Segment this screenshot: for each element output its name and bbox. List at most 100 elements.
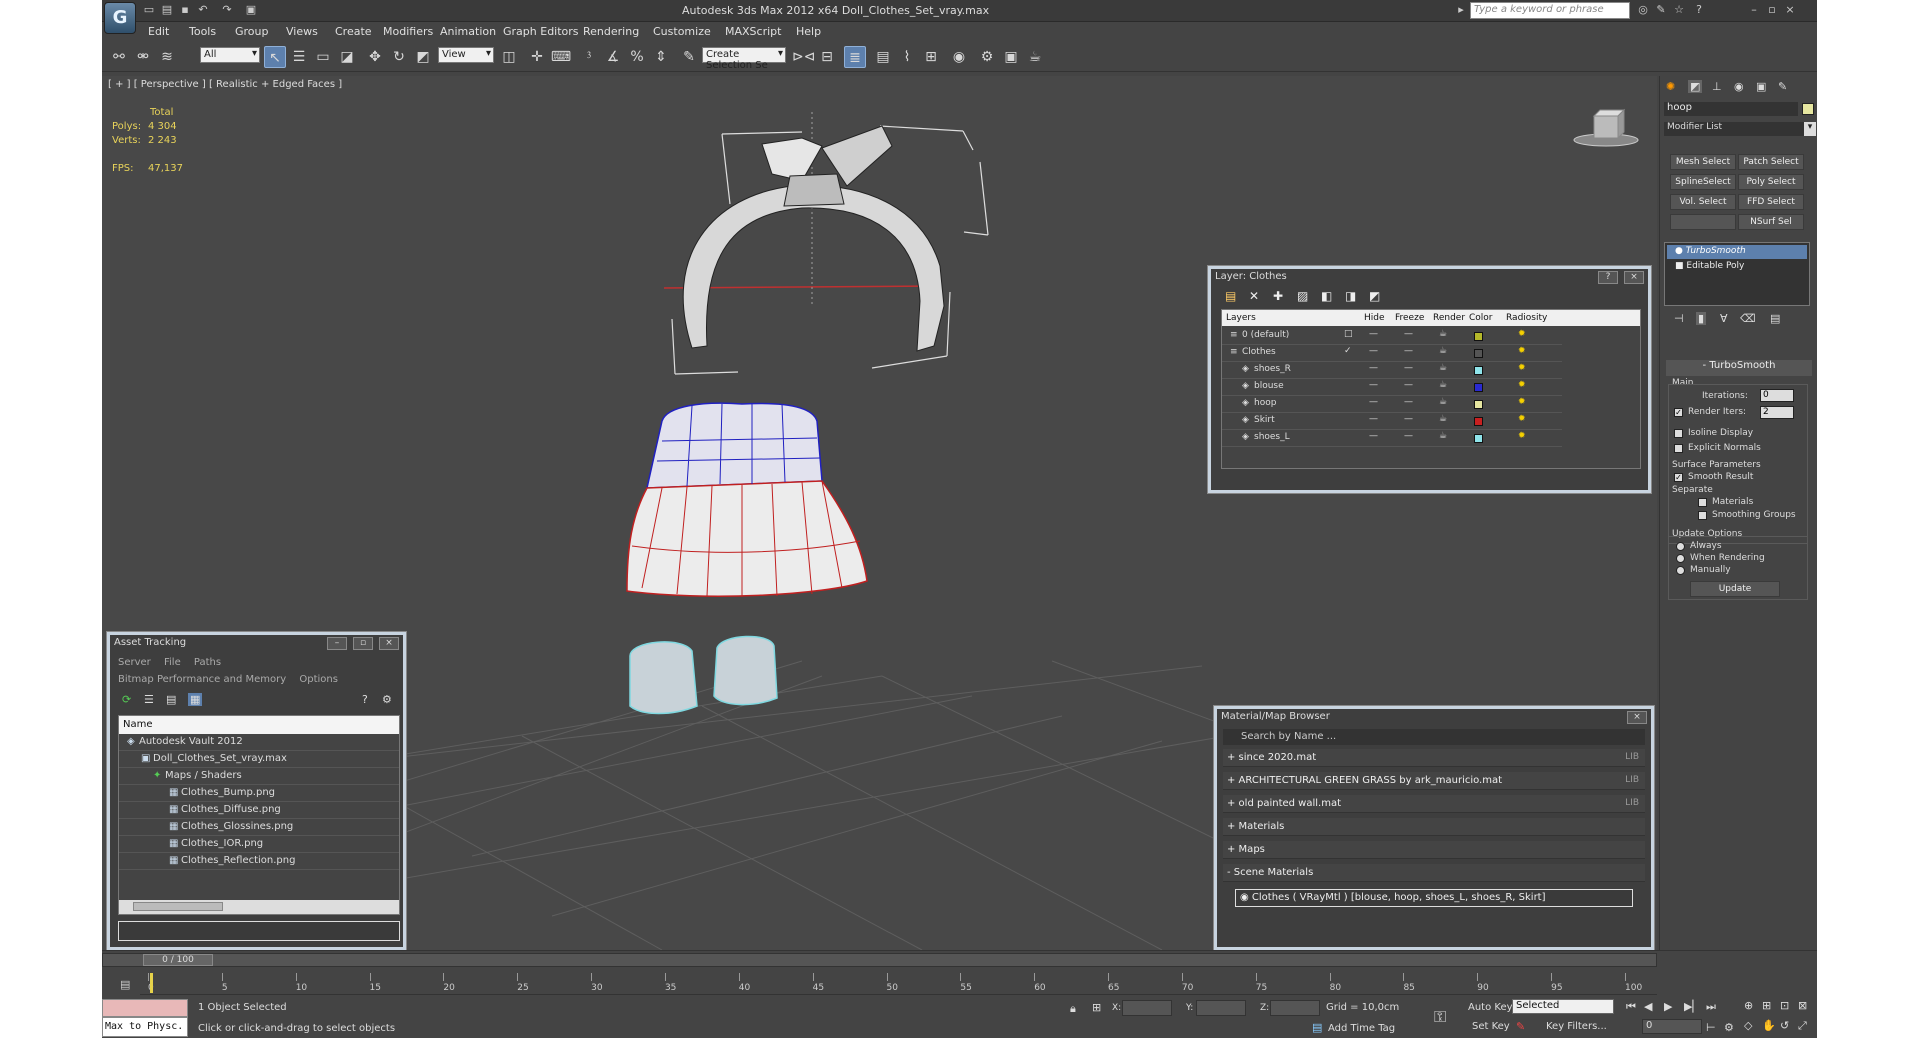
goto-start-icon[interactable]: ⏮ (1626, 1000, 1636, 1014)
track-bar[interactable]: 0510152025303540455055606570758085909510… (140, 971, 1657, 995)
zoom-all-icon[interactable]: ⊞ (1762, 999, 1771, 1012)
material-panel-titlebar[interactable]: Material/Map Browser × (1217, 709, 1651, 727)
hide-toggle[interactable]: — (1369, 397, 1378, 407)
render-toggle-icon[interactable]: ☕ (1439, 414, 1447, 424)
col-layers[interactable]: Layers (1226, 313, 1256, 323)
binoculars-icon[interactable]: ◎ (1636, 3, 1650, 17)
update-button[interactable]: Update (1690, 581, 1780, 597)
angle-snap-icon[interactable]: ∡ (602, 46, 624, 68)
smooth-result-checkbox[interactable]: ✓ (1674, 473, 1683, 482)
maxscript-input[interactable]: Max to Physc. (102, 1017, 188, 1037)
project-folder-icon[interactable]: ▣ (244, 3, 258, 17)
col-radiosity[interactable]: Radiosity (1506, 313, 1547, 323)
star-icon[interactable]: ☆ (1672, 3, 1686, 17)
manually-radio[interactable] (1676, 566, 1685, 575)
window-crossing-icon[interactable]: ◪ (336, 46, 358, 68)
snaps-toggle-icon[interactable]: ⁳ (578, 46, 600, 68)
poly-select-button[interactable]: Poly Select (1738, 174, 1804, 190)
viewcube-icon[interactable] (1570, 104, 1642, 150)
object-color-swatch[interactable] (1802, 103, 1814, 115)
hierarchy-tab-icon[interactable]: ⊥ (1712, 80, 1722, 93)
current-layer-mark[interactable]: □ (1344, 329, 1353, 339)
selection-region-icon[interactable]: ▭ (312, 46, 334, 68)
set-key-button[interactable]: Set Key (1472, 1021, 1510, 1032)
rotate-icon[interactable]: ↻ (388, 46, 410, 68)
render-toggle-icon[interactable]: ☕ (1439, 346, 1447, 356)
display-tab-icon[interactable]: ▣ (1756, 80, 1766, 93)
remove-modifier-icon[interactable]: ⌫ (1740, 312, 1756, 325)
isoline-checkbox[interactable] (1674, 429, 1683, 438)
help-icon[interactable]: ? (1598, 271, 1618, 284)
zoom-extents-icon[interactable]: ⊡ (1780, 999, 1789, 1012)
layer-row[interactable]: ◈ shoes_L — — ☕ ✹ (1222, 430, 1562, 447)
menu-bitmap-performance[interactable]: Bitmap Performance and Memory (118, 674, 286, 685)
menu-graph-editors[interactable]: Graph Editors (503, 25, 579, 38)
prev-frame-icon[interactable]: ◀ (1644, 1000, 1652, 1013)
x-coordinate-field[interactable] (1122, 1000, 1172, 1016)
time-tag-icon[interactable]: ▤ (1312, 1021, 1322, 1034)
freeze-toggle[interactable]: — (1404, 414, 1413, 424)
curve-editor-icon[interactable]: ⌇ (896, 46, 918, 68)
utilities-tab-icon[interactable]: ✎ (1778, 80, 1787, 93)
hide-toggle[interactable]: — (1369, 363, 1378, 373)
hide-toggle[interactable]: — (1369, 431, 1378, 441)
table-view-icon[interactable]: ▦ (188, 693, 203, 706)
menu-server[interactable]: Server (118, 657, 151, 668)
key-filters-button[interactable]: Key Filters... (1546, 1021, 1607, 1032)
asset-row[interactable]: ▦ Clothes_Bump.png (119, 785, 399, 802)
mesh-select-button[interactable]: Mesh Select (1670, 154, 1736, 170)
auto-key-button[interactable]: Auto Key (1468, 1002, 1513, 1013)
key-mode-icon[interactable]: ⊢ (1706, 1021, 1716, 1034)
render-toggle-icon[interactable]: ☕ (1439, 431, 1447, 441)
make-unique-icon[interactable]: ∀ (1720, 312, 1728, 325)
scene-material-item[interactable]: ◉ Clothes ( VRayMtl ) [blouse, hoop, sho… (1235, 889, 1633, 907)
menu-create[interactable]: Create (335, 25, 372, 38)
material-editor-icon[interactable]: ◉ (948, 46, 970, 68)
ref-coord-dropdown[interactable]: View (438, 47, 494, 63)
layer-manager-panel[interactable]: Layer: Clothes ? × ▤ ✕ ✚ ▨ ◧ ◨ ◩ Layers … (1208, 266, 1651, 493)
radiosity-icon[interactable]: ✹ (1518, 329, 1526, 339)
set-key-pen-icon[interactable]: ✎ (1516, 1020, 1525, 1033)
freeze-toggle[interactable]: — (1404, 346, 1413, 356)
zoom-extents-all-icon[interactable]: ⊠ (1798, 999, 1807, 1012)
perspective-viewport[interactable]: [ + ] [ Perspective ] [ Realistic + Edge… (102, 76, 1657, 950)
restore-icon[interactable]: ▫ (1765, 3, 1779, 17)
freeze-toggle[interactable]: — (1404, 431, 1413, 441)
select-manipulate-icon[interactable]: ✛ (526, 46, 548, 68)
menu-rendering[interactable]: Rendering (583, 25, 639, 38)
list-view-icon[interactable]: ☰ (144, 693, 154, 706)
mini-curve-editor-icon[interactable]: ▤ (120, 978, 130, 991)
asset-name-header[interactable]: Name (119, 716, 399, 734)
asset-row[interactable]: ▦ Clothes_IOR.png (119, 836, 399, 853)
layer-manager-icon[interactable]: ≣ (844, 46, 866, 68)
minimize-icon[interactable]: – (327, 637, 347, 650)
create-tab-icon[interactable]: ✺ (1666, 80, 1675, 93)
vol-select-button[interactable]: Vol. Select (1670, 194, 1736, 210)
menu-options[interactable]: Options (299, 674, 338, 685)
spinner-snap-icon[interactable]: ⇕ (650, 46, 672, 68)
freeze-toggle[interactable]: — (1404, 363, 1413, 373)
render-teapot-icon[interactable]: ☕ (1024, 46, 1046, 68)
render-iters-checkbox[interactable]: ✓ (1674, 408, 1683, 417)
modifier-list-dropdown[interactable]: Modifier List (1664, 122, 1810, 136)
schematic-view-icon[interactable]: ⊞ (920, 46, 942, 68)
render-toggle-icon[interactable]: ☕ (1439, 380, 1447, 390)
material-group-row[interactable]: - Scene Materials (1223, 864, 1645, 882)
rendered-frame-icon[interactable]: ▣ (1000, 46, 1022, 68)
current-frame-field[interactable]: 0 (1642, 1019, 1702, 1034)
unlink-icon[interactable]: ⚮ (132, 46, 154, 68)
hide-toggle[interactable]: — (1369, 380, 1378, 390)
menu-edit[interactable]: Edit (148, 25, 169, 38)
asset-tracking-panel[interactable]: Asset Tracking – ▫ × Server File Paths B… (107, 632, 406, 950)
lightbulb-icon[interactable]: ● (1675, 246, 1683, 256)
bind-spacewarp-icon[interactable]: ≋ (156, 46, 178, 68)
y-coordinate-field[interactable] (1196, 1000, 1246, 1016)
layer-color-swatch[interactable] (1474, 332, 1483, 341)
graphite-ribbon-icon[interactable]: ▤ (872, 46, 894, 68)
material-group-row[interactable]: + ARCHITECTURAL GREEN GRASS by ark_mauri… (1223, 772, 1645, 790)
radiosity-icon[interactable]: ✹ (1518, 431, 1526, 441)
tools-icon[interactable]: ✎ (1654, 3, 1668, 17)
layer-color-swatch[interactable] (1474, 434, 1483, 443)
material-group-row[interactable]: + old painted wall.mat LIB (1223, 795, 1645, 813)
turbosmooth-rollout-header[interactable]: - TurboSmooth (1666, 360, 1812, 376)
